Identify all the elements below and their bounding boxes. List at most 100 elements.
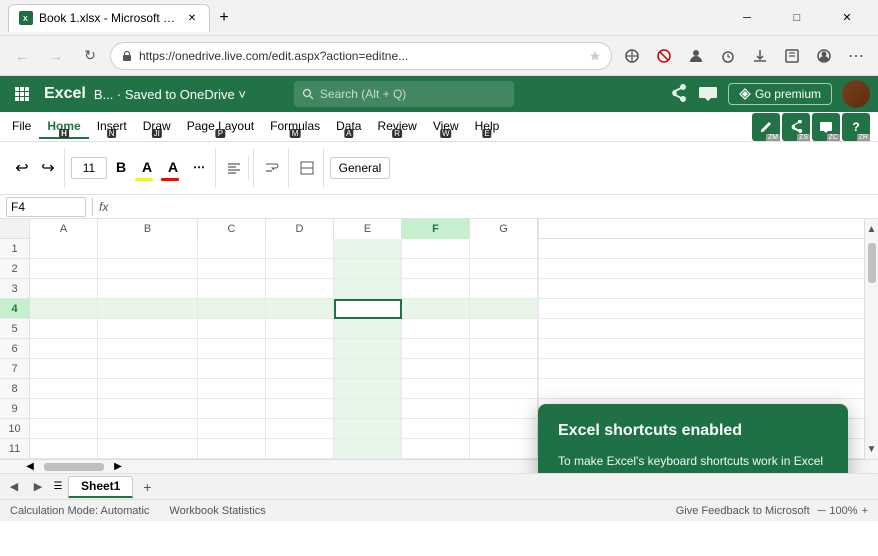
row-number[interactable]: 11 [0,439,30,459]
new-tab-btn[interactable]: + [210,4,238,32]
excel-search-box[interactable] [294,81,514,107]
grid-cell[interactable] [266,419,334,439]
grid-cell[interactable] [334,259,402,279]
user-avatar[interactable] [842,80,870,108]
grid-cell[interactable] [470,439,538,459]
bold-btn[interactable]: B [109,156,133,178]
comments-btn[interactable]: ZC [812,113,840,141]
timer-icon[interactable] [714,42,742,70]
row-number[interactable]: 4 [0,299,30,319]
grid-cell[interactable] [98,259,198,279]
add-sheet-btn[interactable]: + [137,477,157,497]
grid-cell[interactable] [266,339,334,359]
grid-cell[interactable] [266,319,334,339]
grid-cell[interactable] [30,339,98,359]
grid-cell[interactable] [470,259,538,279]
hamburger-sheet-btn[interactable]: ☰ [52,481,64,492]
grid-cell[interactable] [30,439,98,459]
row-number[interactable]: 7 [0,359,30,379]
grid-cell[interactable] [98,439,198,459]
maximize-btn[interactable]: □ [774,4,820,32]
grid-cell[interactable] [402,439,470,459]
font-size-box[interactable]: 11 [71,157,107,179]
go-premium-btn[interactable]: Go premium [728,83,832,105]
col-header-d[interactable]: D [266,219,334,239]
grid-cell[interactable] [470,319,538,339]
grid-cell[interactable] [402,279,470,299]
tab-review[interactable]: Review R [369,115,424,139]
row-number[interactable]: 3 [0,279,30,299]
grid-cell[interactable] [470,299,538,319]
row-number[interactable]: 5 [0,319,30,339]
tab-view[interactable]: View W [425,115,467,139]
grid-cell[interactable] [198,339,266,359]
share-icon[interactable] [668,83,688,106]
grid-cell[interactable] [98,279,198,299]
grid-cell[interactable] [334,399,402,419]
align-btn[interactable] [222,150,246,186]
col-header-b[interactable]: B [98,219,198,239]
grid-cell[interactable] [30,279,98,299]
grid-cell[interactable] [30,419,98,439]
grid-cell[interactable] [266,299,334,319]
sheet-nav-prev[interactable]: ◀ [4,477,24,497]
grid-cell[interactable] [402,299,470,319]
row-number[interactable]: 6 [0,339,30,359]
v-scrollbar[interactable]: ▲ ▼ [864,219,878,459]
grid-cell[interactable] [402,379,470,399]
grid-cell[interactable] [198,299,266,319]
download-icon[interactable] [746,42,774,70]
grid-cell[interactable] [470,399,538,419]
share-btn[interactable]: ZS [782,113,810,141]
v-scroll-thumb[interactable] [868,243,876,283]
grid-cell[interactable] [402,319,470,339]
grid-cell[interactable] [98,239,198,259]
minimize-btn[interactable]: ─ [724,4,770,32]
grid-cell[interactable] [470,359,538,379]
grid-cell[interactable] [198,259,266,279]
grid-cell[interactable] [402,399,470,419]
browser-tab[interactable]: X Book 1.xlsx - Microsoft Excel Oni... ✕ [8,4,210,32]
close-btn[interactable]: ✕ [824,4,870,32]
grid-cell[interactable] [198,319,266,339]
zoom-out-btn[interactable]: ─ [818,505,826,517]
profile-icon[interactable] [682,42,710,70]
grid-cell[interactable] [470,279,538,299]
edit-icon-btn[interactable]: ZM [752,113,780,141]
tab-draw[interactable]: Draw JI [135,115,179,139]
grid-cell[interactable] [98,339,198,359]
grid-cell[interactable] [198,419,266,439]
wrap-text-btn[interactable] [260,150,284,186]
grid-cell[interactable] [402,359,470,379]
grid-cell[interactable] [334,439,402,459]
grid-cell[interactable] [198,379,266,399]
grid-cell[interactable] [402,239,470,259]
grid-cell[interactable] [470,419,538,439]
grid-cell[interactable] [30,299,98,319]
col-header-g[interactable]: G [470,219,538,239]
grid-cell[interactable] [334,359,402,379]
h-scroll-thumb[interactable] [44,463,104,471]
grid-cell[interactable] [266,239,334,259]
font-color-btn[interactable]: A [161,156,185,178]
sheet-tab-sheet1[interactable]: Sheet1 [68,476,133,498]
tab-help[interactable]: Help E [467,115,508,139]
grid-cell[interactable] [98,399,198,419]
cell-ref-box[interactable]: F4 [6,197,86,217]
feedback-link[interactable]: Give Feedback to Microsoft [676,505,810,517]
refresh-btn[interactable]: ↻ [76,42,104,70]
grid-cell[interactable] [98,379,198,399]
formula-input[interactable] [114,197,872,217]
undo-btn[interactable]: ↩ [10,150,34,186]
grid-cell[interactable] [266,359,334,379]
grid-cell[interactable] [334,339,402,359]
grid-cell[interactable] [98,319,198,339]
grid-cell[interactable] [266,399,334,419]
scroll-down-btn[interactable]: ▼ [867,439,877,459]
extensions-icon[interactable] [618,42,646,70]
grid-cell[interactable] [334,379,402,399]
grid-cell[interactable] [198,239,266,259]
row-number[interactable]: 8 [0,379,30,399]
grid-cell[interactable] [266,279,334,299]
back-btn[interactable]: ← [8,42,36,70]
